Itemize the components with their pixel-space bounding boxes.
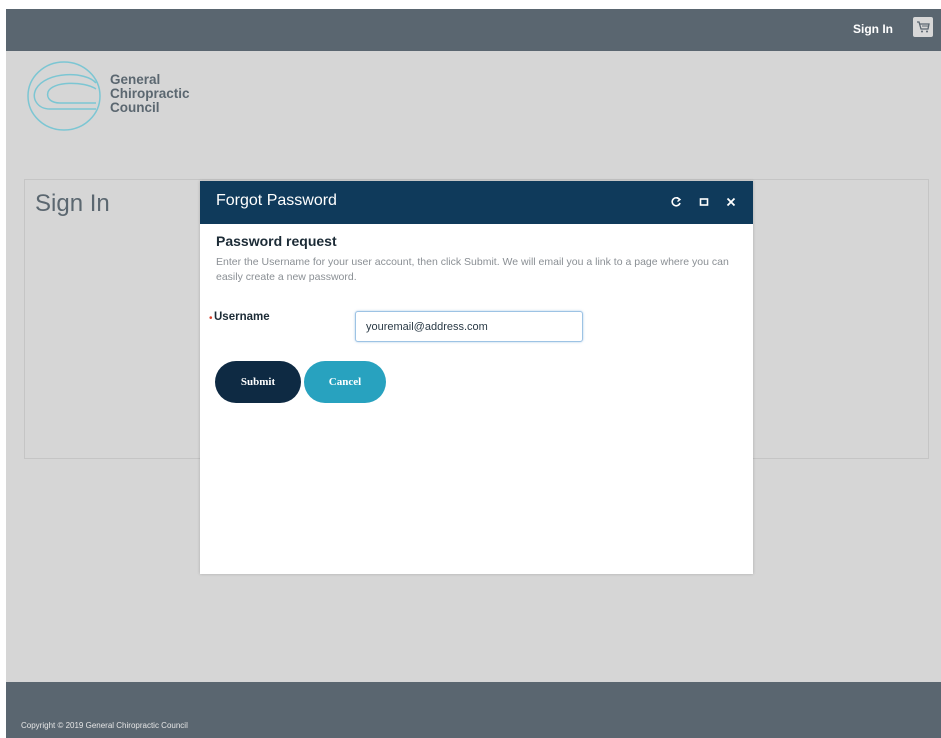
logo-text: General Chiropractic Council <box>110 73 190 115</box>
cart-button[interactable] <box>913 17 933 37</box>
footer: Copyright © 2019 General Chiropractic Co… <box>6 682 941 738</box>
password-request-heading: Password request <box>216 233 337 249</box>
cancel-button[interactable]: Cancel <box>304 361 386 403</box>
required-marker: • <box>209 313 213 324</box>
submit-button[interactable]: Submit <box>215 361 301 403</box>
refresh-button[interactable] <box>665 191 687 213</box>
maximize-icon <box>699 198 709 206</box>
close-button[interactable] <box>720 191 742 213</box>
username-label: Username <box>214 311 270 323</box>
copyright-text: Copyright © 2019 General Chiropractic Co… <box>21 721 188 730</box>
page-title: Sign In <box>35 190 110 217</box>
logo-line-3: Council <box>110 100 160 115</box>
modal-title: Forgot Password <box>216 192 337 209</box>
signin-link[interactable]: Sign In <box>853 22 893 36</box>
gcc-logo-mark-icon <box>27 61 101 131</box>
modal-header: Forgot Password <box>200 181 753 224</box>
refresh-icon <box>671 196 682 207</box>
logo-line-1: General <box>110 72 161 87</box>
gcc-logo[interactable]: General Chiropractic Council <box>26 59 216 133</box>
logo-line-2: Chiropractic <box>110 86 190 101</box>
username-input[interactable] <box>355 311 583 342</box>
top-nav-bar: Sign In <box>6 9 941 51</box>
instructions-text: Enter the Username for your user account… <box>216 256 729 283</box>
close-icon <box>726 197 736 207</box>
maximize-button[interactable] <box>693 191 715 213</box>
forgot-password-modal: Forgot Password Password request Enter t… <box>200 181 753 574</box>
cart-icon <box>917 21 930 33</box>
